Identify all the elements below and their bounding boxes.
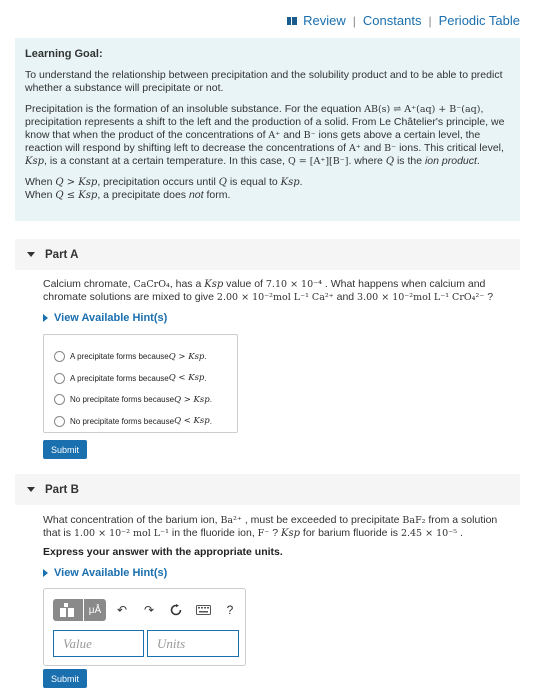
radio-button[interactable] — [54, 372, 65, 384]
periodic-table-link[interactable]: Periodic Table — [439, 13, 520, 28]
part-b-question: What concentration of the barium ion, Ba… — [43, 514, 498, 539]
templates-button[interactable] — [53, 599, 83, 621]
math-toolbar: μÅ ↶ ↷ ? — [53, 599, 241, 621]
answer-widget: μÅ ↶ ↷ ? — [43, 588, 246, 666]
constants-link[interactable]: Constants — [363, 13, 422, 28]
units-field-wrap — [147, 630, 239, 657]
part-a-title: Part A — [45, 248, 79, 261]
link-separator: | — [352, 13, 356, 28]
precipitation-paragraph: Precipitation is the formation of an ins… — [25, 103, 505, 167]
units-button[interactable]: μÅ — [84, 599, 106, 621]
collapse-caret-icon — [27, 252, 35, 257]
part-a-question: Calcium chromate, CaCrO₄, has a Ksp valu… — [43, 278, 494, 303]
option-2[interactable]: A precipitate forms because Q < Ksp. — [54, 368, 237, 390]
link-separator: | — [428, 13, 432, 28]
radio-button[interactable] — [54, 394, 65, 406]
part-b-instruction: Express your answer with the appropriate… — [43, 546, 283, 558]
option-3[interactable]: No precipitate forms because Q > Ksp. — [54, 389, 237, 411]
option-1[interactable]: A precipitate forms because Q > Ksp. — [54, 346, 237, 368]
reset-icon[interactable] — [165, 599, 187, 621]
radio-button[interactable] — [54, 351, 65, 363]
part-b-submit-button[interactable]: Submit — [43, 669, 87, 688]
option-4[interactable]: No precipitate forms because Q < Ksp. — [54, 411, 237, 433]
units-input[interactable] — [157, 635, 238, 652]
precipitation-rules: When Q > Ksp, precipitation occurs until… — [25, 176, 303, 201]
part-b-header[interactable]: Part B — [15, 474, 520, 505]
part-a-header[interactable]: Part A — [15, 239, 520, 270]
learning-goal-intro: To understand the relationship between p… — [25, 69, 503, 94]
part-a-hint-link[interactable]: View Available Hint(s) — [43, 312, 167, 324]
help-icon[interactable]: ? — [219, 599, 241, 621]
undo-icon[interactable]: ↶ — [111, 599, 133, 621]
value-input[interactable] — [63, 635, 143, 652]
redo-icon[interactable]: ↷ — [138, 599, 160, 621]
review-book-icon — [287, 16, 298, 25]
template-grid-icon — [60, 603, 76, 617]
top-links: Review | Constants | Periodic Table — [287, 13, 520, 28]
part-a-options: A precipitate forms because Q > Ksp. A p… — [43, 334, 238, 433]
part-b-hint-link[interactable]: View Available Hint(s) — [43, 567, 167, 579]
expand-triangle-icon — [43, 314, 48, 322]
review-link[interactable]: Review — [303, 13, 346, 28]
part-b-title: Part B — [45, 483, 79, 496]
learning-goal-heading: Learning Goal: — [25, 48, 103, 60]
value-field-wrap — [53, 630, 144, 657]
radio-button[interactable] — [54, 415, 65, 427]
collapse-caret-icon — [27, 487, 35, 492]
expand-triangle-icon — [43, 569, 48, 577]
learning-goal-box: Learning Goal: To understand the relatio… — [15, 38, 520, 221]
keyboard-icon[interactable] — [192, 599, 214, 621]
part-a-submit-button[interactable]: Submit — [43, 440, 87, 459]
